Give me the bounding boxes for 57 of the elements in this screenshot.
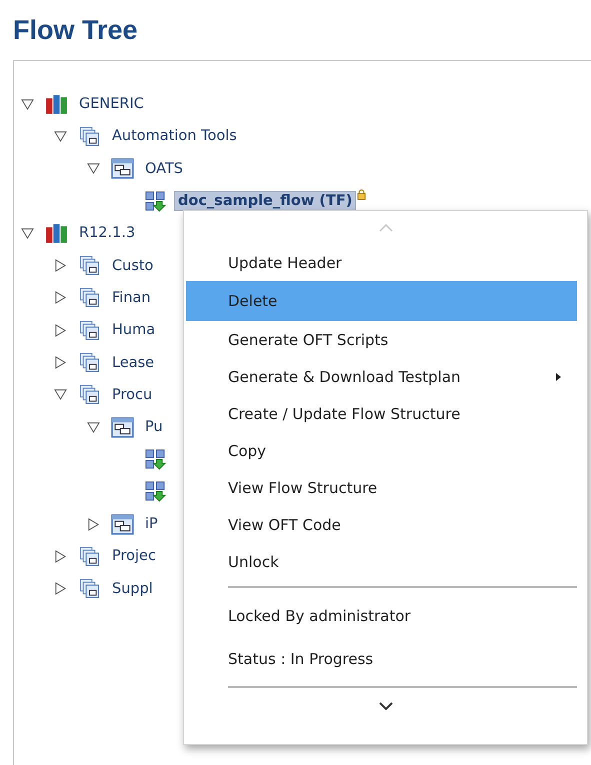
expand-icon[interactable] [54,582,67,596]
books-icon [45,94,68,115]
stacked-windows-icon [78,126,101,147]
menu-item[interactable]: Create / Update Flow Structure [186,395,577,432]
flow-icon [144,481,167,502]
menu-item[interactable]: Delete [186,281,577,321]
window-icon [111,416,134,438]
panel-title: Flow Tree [12,14,139,47]
stacked-windows-icon [78,320,101,341]
tree-node[interactable]: Automation Tools [109,127,240,146]
menu-item[interactable]: Update Header [186,244,577,281]
menu-info: Locked By administrator [227,606,412,626]
collapse-icon[interactable] [54,388,67,402]
submenu-arrow-icon [556,372,561,380]
tree-node[interactable]: Procu [109,386,156,404]
collapse-icon[interactable] [54,130,67,143]
tree-node[interactable]: doc_sample_flow (TF) [175,192,356,210]
stacked-windows-icon [78,255,101,276]
tree-node[interactable]: Suppl [109,580,156,598]
tree-node[interactable]: Projec [109,547,159,566]
stacked-windows-icon [78,384,101,406]
tree-node[interactable]: R12.1.3 [76,224,138,242]
expand-icon[interactable] [54,291,67,304]
tree-node[interactable]: Lease [109,354,158,372]
stacked-windows-icon [78,578,101,600]
collapse-icon[interactable] [87,162,100,176]
tree-node[interactable]: OATS [142,160,186,178]
books-icon [45,222,68,244]
menu-item[interactable]: View Flow Structure [186,469,577,506]
tree-node[interactable]: iP [142,515,161,533]
menu-item[interactable]: View OFT Code [186,506,577,543]
window-icon [111,514,134,534]
tree-node[interactable]: GENERIC [76,95,147,114]
scroll-down-icon[interactable] [378,702,392,710]
collapse-icon[interactable] [21,98,34,111]
menu-item[interactable]: Copy [186,432,577,469]
window-icon [111,158,134,180]
expand-icon[interactable] [54,259,67,272]
flow-icon [144,190,167,212]
expand-icon[interactable] [54,324,67,337]
menu-item[interactable]: Generate & Download Testplan [186,358,577,395]
expand-icon[interactable] [54,550,67,563]
menu-info: Status : In Progress [227,648,374,670]
collapse-icon[interactable] [87,420,100,434]
expand-icon[interactable] [87,518,100,530]
tree-node[interactable]: Finan [109,288,154,307]
menu-item[interactable]: Unlock [186,543,577,580]
menu-item[interactable]: Generate OFT Scripts [186,321,577,358]
stacked-windows-icon [78,287,101,308]
expand-icon[interactable] [54,356,67,370]
tree-node[interactable]: Custo [109,256,156,275]
flow-icon [144,448,167,470]
collapse-icon[interactable] [21,226,34,240]
stacked-windows-icon [78,352,101,374]
tree-node[interactable]: Huma [109,321,158,340]
tree-node[interactable]: Pu [142,418,166,436]
stacked-windows-icon [78,546,101,567]
